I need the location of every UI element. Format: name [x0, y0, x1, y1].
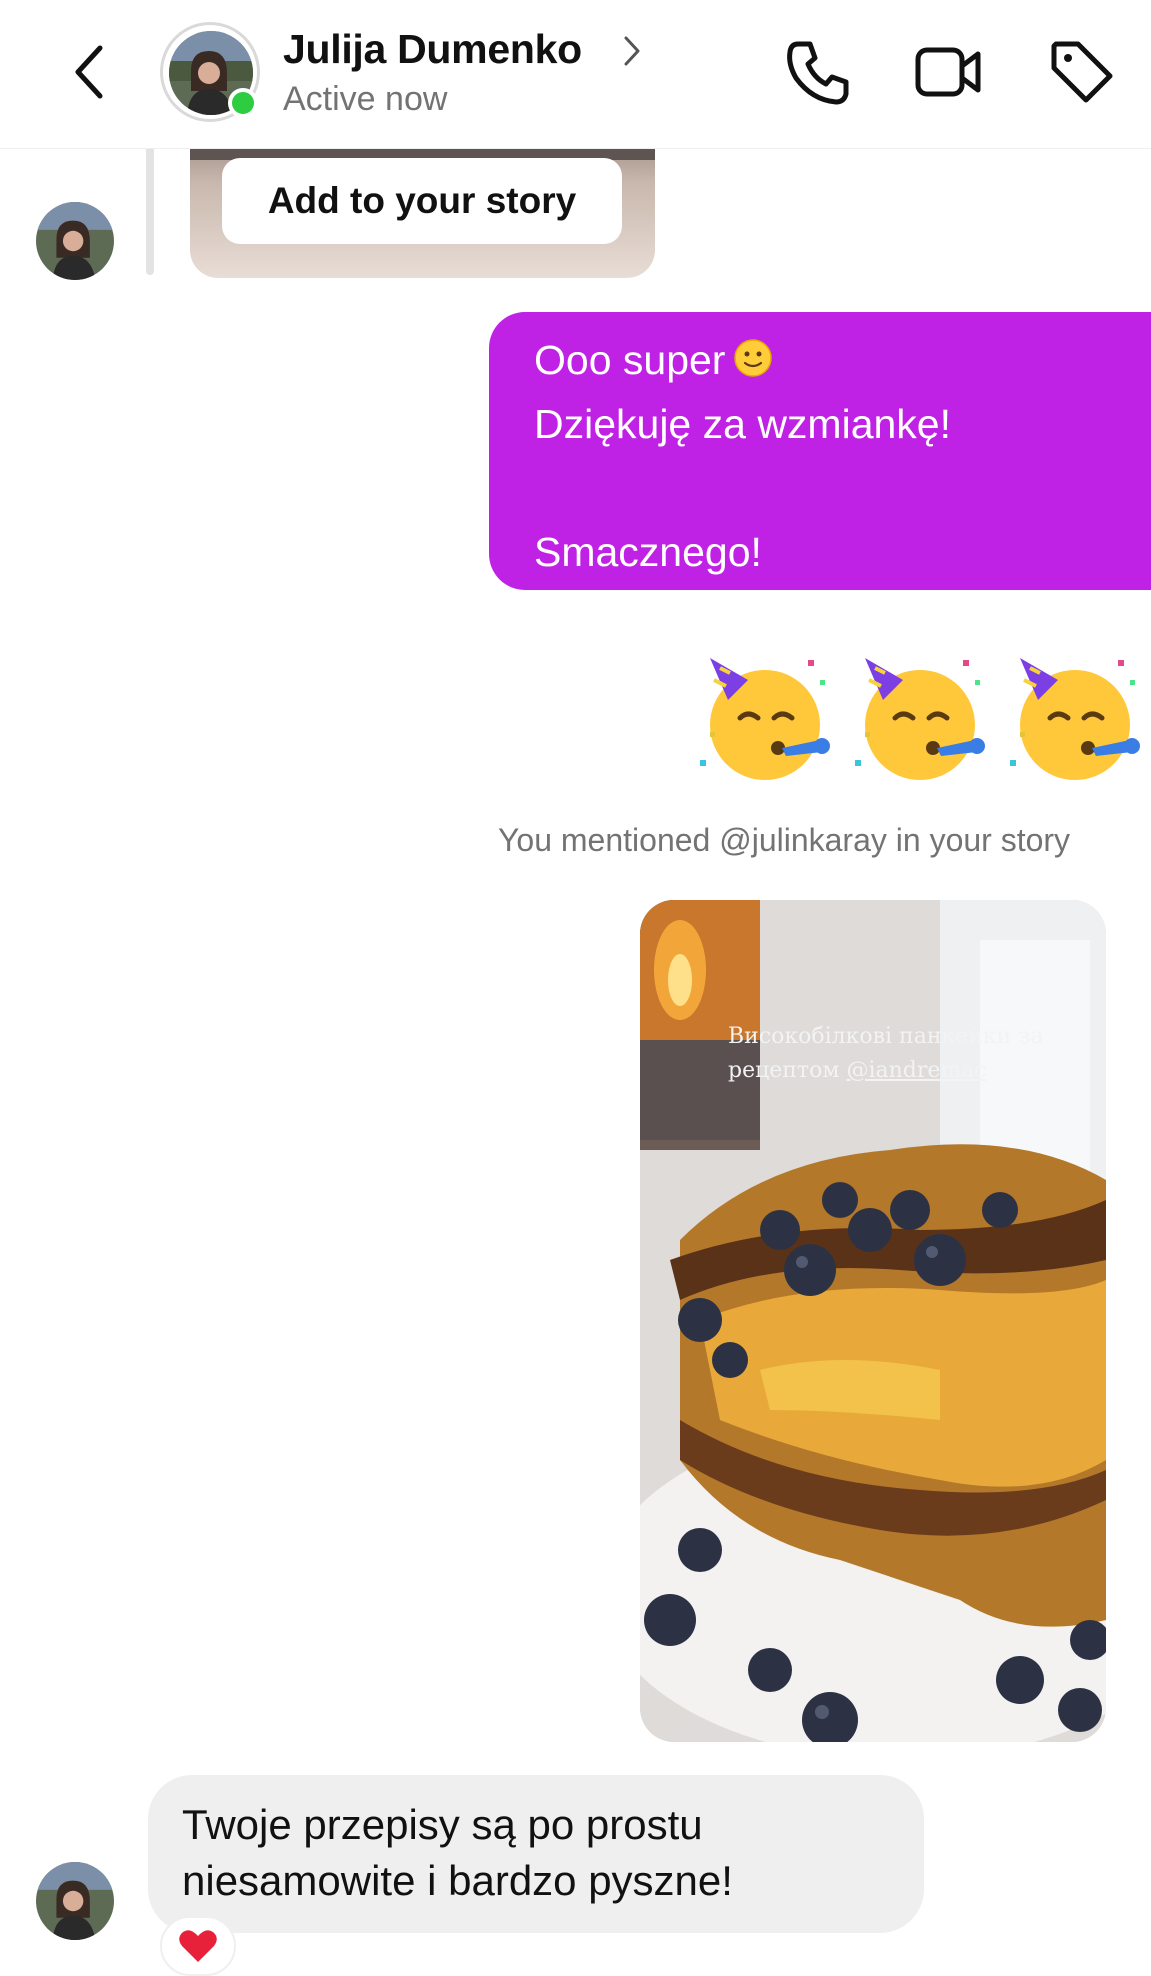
- received-message-bubble[interactable]: Twoje przepisy są po prostu niesamowite …: [148, 1775, 924, 1933]
- story-reply-line: [146, 130, 154, 275]
- message-line: Smacznego!: [534, 529, 762, 575]
- back-icon[interactable]: [70, 42, 110, 102]
- party-face-emoji-icon[interactable]: [845, 640, 995, 790]
- story-mention-handle[interactable]: @iandremac: [846, 1058, 986, 1083]
- mentioned-story-image[interactable]: Високобілкові панкейки за рецептом @iand…: [640, 900, 1106, 1742]
- chat-header: Julija Dumenko Active now: [0, 0, 1151, 149]
- message-line: niesamowite i bardzo pyszne!: [182, 1857, 733, 1904]
- sender-avatar[interactable]: [36, 1862, 114, 1940]
- message-line: Dziękuję za wzmiankę!: [534, 401, 951, 447]
- tag-icon[interactable]: [1046, 36, 1118, 108]
- party-face-emoji-icon[interactable]: [1000, 640, 1150, 790]
- story-caption: Високобілкові панкейки за рецептом @iand…: [728, 1024, 1044, 1083]
- party-face-emoji-icon[interactable]: [690, 640, 840, 790]
- active-status: Active now: [283, 80, 448, 118]
- message-line-empty: [534, 456, 1121, 520]
- heart-icon: [179, 1930, 217, 1962]
- contact-name[interactable]: Julija Dumenko: [283, 26, 582, 73]
- smiley-emoji-icon: [734, 339, 773, 377]
- add-to-story-button[interactable]: Add to your story: [222, 158, 622, 244]
- sent-message-bubble[interactable]: Ooo super Dziękuję za wzmiankę! Smaczneg…: [489, 312, 1151, 590]
- phone-icon[interactable]: [782, 36, 854, 108]
- message-line: Ooo super: [534, 328, 1121, 392]
- sender-avatar[interactable]: [36, 202, 114, 280]
- chevron-right-icon[interactable]: [622, 34, 642, 68]
- story-mention-note: You mentioned @julinkaray in your story: [498, 822, 1071, 858]
- online-indicator: [228, 88, 258, 118]
- message-reaction[interactable]: [160, 1916, 236, 1976]
- message-line: Twoje przepisy są po prostu: [182, 1801, 703, 1848]
- video-call-icon[interactable]: [912, 36, 984, 108]
